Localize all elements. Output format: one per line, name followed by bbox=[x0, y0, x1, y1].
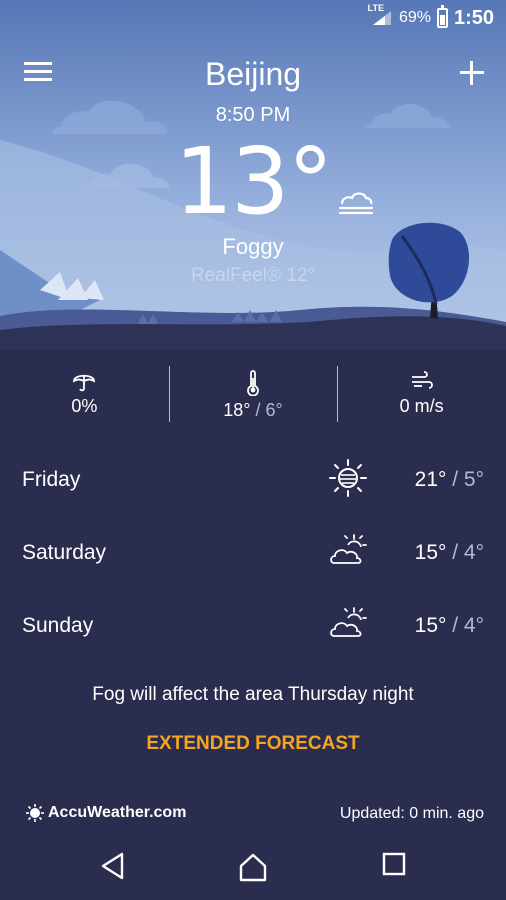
fog-cloud-icon bbox=[338, 192, 374, 215]
partly-cloudy-icon bbox=[330, 607, 367, 637]
forecast-temps: 15° / 4° bbox=[414, 614, 484, 637]
battery-percent: 69% bbox=[398, 9, 431, 26]
recents-icon[interactable] bbox=[382, 852, 406, 876]
forecast-day: Saturday bbox=[22, 541, 107, 564]
thermometer-icon bbox=[247, 370, 259, 396]
forecast-temps: 21° / 5° bbox=[414, 468, 484, 491]
umbrella-icon bbox=[73, 374, 96, 392]
current-temperature: 13° bbox=[174, 128, 333, 235]
wind-stat: 0 m/s bbox=[337, 360, 506, 440]
realfeel-text: RealFeel® 12° bbox=[190, 265, 316, 286]
sun-icon bbox=[329, 459, 367, 497]
clock: 1:50 bbox=[453, 6, 494, 29]
home-icon[interactable] bbox=[238, 852, 268, 882]
signal-icon bbox=[372, 11, 391, 25]
condition-text: Foggy bbox=[222, 234, 284, 259]
status-bar: LTE 69% 1:50 bbox=[0, 0, 506, 34]
forecast-row[interactable]: Friday 21° / 5° bbox=[0, 442, 506, 515]
wind-icon bbox=[411, 371, 433, 389]
navigation-bar bbox=[0, 834, 506, 900]
updated-text: Updated: 0 min. ago bbox=[339, 805, 484, 822]
forecast-day: Sunday bbox=[22, 614, 94, 637]
battery-icon bbox=[436, 5, 448, 28]
accuweather-sun-icon bbox=[26, 804, 44, 822]
back-icon[interactable] bbox=[100, 852, 126, 880]
forecast-day: Friday bbox=[22, 468, 81, 491]
local-time: 8:50 PM bbox=[215, 104, 291, 126]
forecast-temps: 15° / 4° bbox=[414, 541, 484, 564]
city-name[interactable]: Beijing bbox=[0, 56, 506, 93]
partly-cloudy-icon bbox=[330, 534, 367, 564]
extended-forecast-link[interactable]: EXTENDED FORECAST bbox=[0, 733, 506, 755]
temperature-range-stat: 18° / 6° bbox=[168, 360, 338, 440]
current-stats: 0% 18° / 6° 0 m/s bbox=[0, 360, 506, 440]
forecast-row[interactable]: Saturday 15° / 4° bbox=[0, 515, 506, 588]
accuweather-logo[interactable]: AccuWeather.com bbox=[26, 804, 186, 822]
daily-forecast: Friday 21° / 5° Saturday 15° / 4° Sunday… bbox=[0, 442, 506, 661]
forecast-row[interactable]: Sunday 15° / 4° bbox=[0, 588, 506, 661]
precipitation-stat: 0% bbox=[0, 360, 169, 440]
weather-alert: Fog will affect the area Thursday night bbox=[92, 684, 414, 705]
